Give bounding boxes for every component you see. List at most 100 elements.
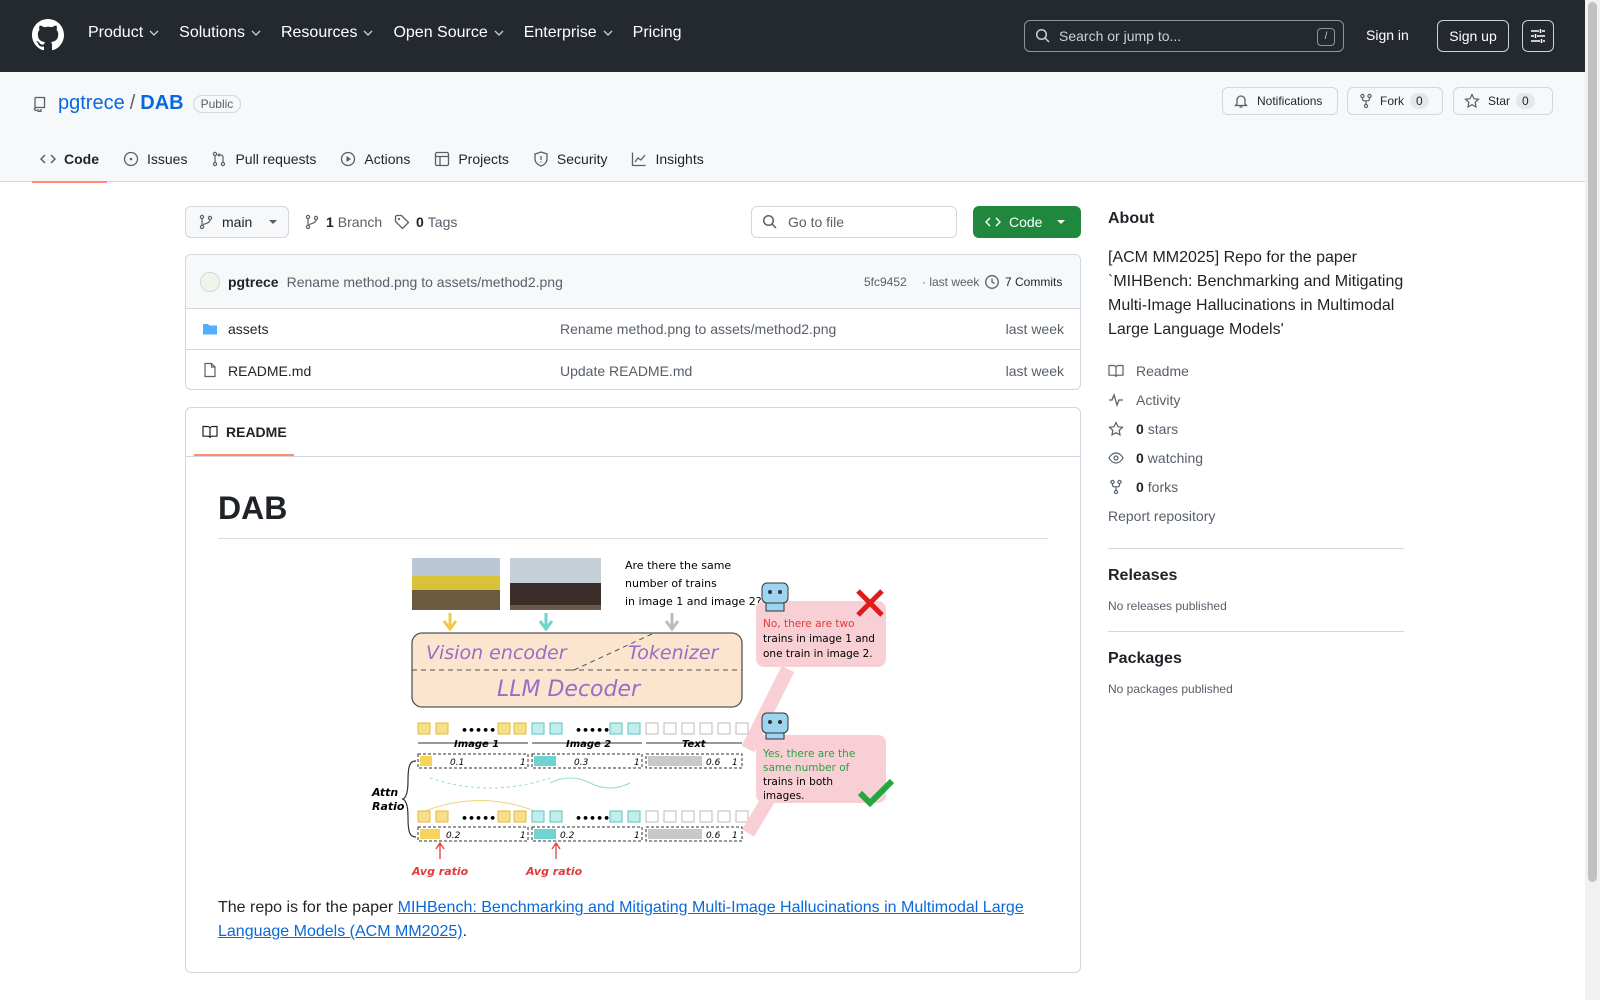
divider — [1108, 548, 1404, 549]
sign-up-button[interactable]: Sign up — [1437, 20, 1509, 52]
readme-tab[interactable]: README — [194, 408, 294, 456]
about-heading: About — [1108, 210, 1155, 227]
readme-title: DAB — [218, 490, 288, 526]
svg-text:•••••: ••••• — [461, 812, 496, 825]
branch-icon — [305, 214, 319, 230]
folder-icon — [203, 324, 217, 335]
chevron-down-icon — [251, 30, 261, 36]
packages-section: Packages No packages published — [1108, 650, 1404, 696]
tab-insights[interactable]: Insights — [623, 136, 711, 182]
chevron-down-icon — [149, 30, 159, 36]
svg-text:•••••: ••••• — [575, 812, 610, 825]
readme-link-label: Readme — [1136, 362, 1189, 379]
search-shortcut-key: / — [1317, 28, 1335, 46]
code-dropdown-button[interactable]: Code — [973, 206, 1081, 238]
search-input[interactable]: Search or jump to... / — [1024, 20, 1344, 52]
file-browser: pgtrece Rename method.png to assets/meth… — [185, 254, 1081, 390]
answer-yes-line-3: trains in both — [763, 776, 833, 788]
repo-owner-link[interactable]: pgtrece — [58, 92, 125, 115]
tab-pull-requests[interactable]: Pull requests — [203, 136, 324, 182]
file-commit-message[interactable]: Update README.md — [560, 363, 692, 379]
file-row[interactable]: README.md Update README.md last week — [186, 350, 1080, 389]
search-icon — [1035, 28, 1050, 43]
readme-link[interactable]: Readme — [1108, 356, 1404, 385]
fork-button[interactable]: Fork 0 — [1347, 87, 1443, 115]
token-row-bottom: ••••• ••••• — [417, 810, 749, 825]
bottom-ratio-image1-max: 1 — [520, 831, 526, 841]
stars-link[interactable]: 0 stars — [1108, 414, 1404, 443]
commits-link[interactable]: 7 Commits — [984, 274, 1062, 290]
forks-link[interactable]: 0 forks — [1108, 472, 1404, 501]
file-row[interactable]: assets Rename method.png to assets/metho… — [186, 309, 1080, 350]
nav-resources[interactable]: Resources — [281, 24, 374, 42]
bottom-ratio-image2: 0.2 — [560, 831, 575, 841]
fork-label: Fork — [1380, 94, 1404, 108]
chevron-down-icon — [494, 30, 504, 36]
tag-label: Tags — [427, 214, 458, 230]
branches-link[interactable]: 1 Branch — [304, 214, 382, 230]
search-icon — [762, 214, 777, 229]
bottom-ratio-image2-max: 1 — [634, 831, 640, 841]
branch-name: main — [222, 214, 253, 230]
watching-label: watching — [1147, 449, 1204, 466]
packages-heading[interactable]: Packages — [1108, 650, 1404, 668]
file-commit-message[interactable]: Rename method.png to assets/method2.png — [560, 321, 836, 337]
nav-pricing[interactable]: Pricing — [633, 24, 682, 42]
star-icon — [1464, 93, 1480, 109]
notifications-label: Notifications — [1257, 94, 1323, 108]
tags-link[interactable]: 0 Tags — [394, 214, 457, 230]
repo-title: pgtrece / DAB Public — [32, 92, 242, 115]
visibility-badge: Public — [192, 94, 242, 113]
nav-open-source[interactable]: Open Source — [393, 24, 504, 42]
tab-issues[interactable]: Issues — [115, 136, 195, 182]
eye-icon — [1108, 451, 1124, 464]
commit-hash[interactable]: 5fc9452 — [864, 275, 907, 289]
readme-paragraph-prefix: The repo is for the paper — [218, 899, 398, 916]
file-name[interactable]: README.md — [228, 363, 311, 379]
graph-icon — [632, 152, 646, 167]
text-label: Text — [682, 739, 707, 750]
commit-author[interactable]: pgtrece — [228, 274, 279, 290]
svg-text:•••••: ••••• — [575, 724, 610, 737]
avatar[interactable] — [200, 271, 220, 292]
decoder-label: LLM Decoder — [497, 677, 642, 702]
scrollbar-thumb[interactable] — [1588, 2, 1597, 882]
github-logo-icon[interactable] — [32, 19, 64, 51]
nav-enterprise[interactable]: Enterprise — [524, 24, 614, 42]
repo-name-link[interactable]: DAB — [140, 92, 183, 115]
answer-no-line-1: No, there are two — [763, 618, 855, 630]
report-repository-link[interactable]: Report repository — [1108, 501, 1404, 530]
answer-no-line-2: trains in image 1 and — [763, 633, 875, 645]
activity-link[interactable]: Activity — [1108, 385, 1404, 414]
nav-solutions[interactable]: Solutions — [179, 24, 262, 42]
image2-label: Image 2 — [566, 739, 611, 750]
tab-security[interactable]: Security — [525, 136, 616, 182]
table-icon — [435, 151, 450, 167]
sign-in-link[interactable]: Sign in — [1366, 27, 1409, 43]
tag-icon — [394, 214, 410, 230]
answer-no-line-3: one train in image 2. — [763, 648, 873, 660]
tab-code[interactable]: Code — [32, 136, 107, 183]
divider — [186, 456, 1080, 457]
watching-link[interactable]: 0 watching — [1108, 443, 1404, 472]
go-to-file-input[interactable]: Go to file — [751, 206, 957, 238]
releases-heading[interactable]: Releases — [1108, 567, 1404, 585]
shield-icon — [534, 151, 548, 167]
notifications-button[interactable]: Notifications — [1222, 87, 1338, 115]
file-name[interactable]: assets — [228, 321, 268, 337]
branch-selector[interactable]: main — [185, 206, 289, 238]
menu-button[interactable] — [1522, 20, 1554, 52]
readme-paragraph-suffix: . — [462, 923, 468, 940]
star-label: Star — [1488, 94, 1511, 108]
releases-text: No releases published — [1108, 599, 1227, 613]
top-nav-menu: Product Solutions Resources Open Source … — [88, 24, 701, 42]
commit-message[interactable]: Rename method.png to assets/method2.png — [287, 274, 563, 290]
tab-actions[interactable]: Actions — [332, 136, 418, 182]
file-time: last week — [1005, 362, 1064, 379]
play-circle-icon — [341, 151, 356, 167]
nav-product[interactable]: Product — [88, 24, 160, 42]
pull-request-icon — [213, 151, 226, 167]
question-line-1: Are there the same — [625, 559, 731, 572]
tab-projects[interactable]: Projects — [426, 136, 517, 182]
star-button[interactable]: Star 0 — [1453, 87, 1553, 115]
